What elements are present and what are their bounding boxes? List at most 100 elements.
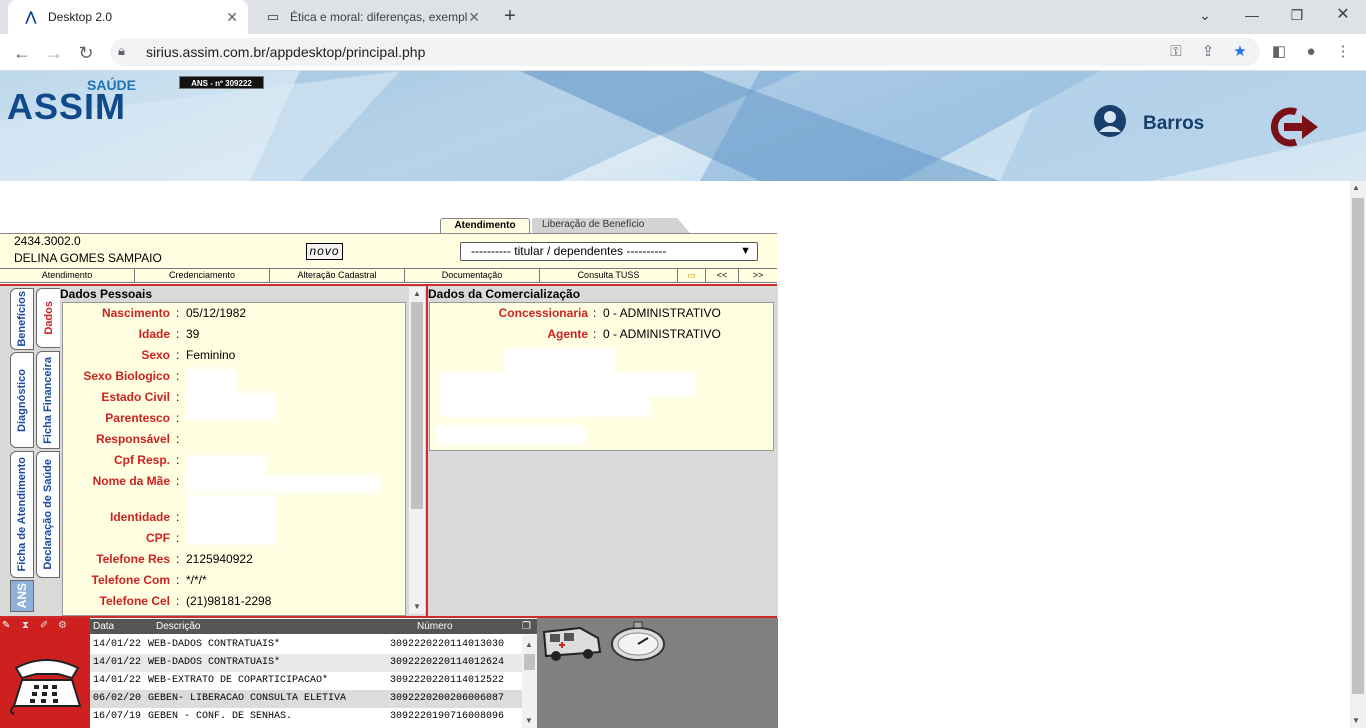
close-tab-icon[interactable]: ✕	[468, 9, 480, 26]
scroll-up-icon[interactable]: ▲	[1352, 183, 1360, 192]
scroll-down-icon[interactable]: ▼	[1352, 716, 1360, 725]
restore-button[interactable]: ❐	[1277, 4, 1317, 28]
field-value: */*/*	[186, 573, 207, 587]
tab-search-icon[interactable]: ⌄	[1185, 4, 1225, 28]
vtab-beneficios[interactable]: Benefícios	[10, 288, 34, 350]
field-colon: :	[176, 474, 180, 488]
pen-icon[interactable]: ✐	[40, 620, 48, 631]
folder-icon[interactable]: ▭	[678, 269, 706, 282]
comercializacao-title: Dados da Comercialização	[428, 287, 581, 301]
address-bar[interactable]: sirius.assim.com.br/appdesktop/principal…	[110, 38, 1260, 66]
vtab-ficha-atendimento[interactable]: Ficha de Atendimento	[10, 451, 34, 578]
tab-title: Ética e moral: diferenças, exempl	[290, 10, 468, 24]
next-button[interactable]: >>	[739, 269, 777, 282]
field-row: Idade:39	[50, 326, 380, 342]
cell-descricao: GEBEN - CONF. DE SENHAS.	[148, 711, 293, 722]
field-label: Agente	[547, 327, 588, 341]
table-row[interactable]: 16/07/19 GEBEN - CONF. DE SENHAS. 30922201…	[90, 708, 522, 726]
field-value: (21)98181-2298	[186, 594, 272, 608]
field-colon: :	[176, 510, 180, 524]
field-label: Concessionaria	[498, 306, 588, 320]
novo-button[interactable]: novo	[306, 243, 343, 260]
username: Barros	[1143, 113, 1205, 134]
field-label: Parentesco	[105, 411, 170, 425]
close-window-button[interactable]: ✕	[1323, 4, 1363, 28]
field-row: Sexo: Feminino	[50, 347, 380, 363]
field-colon: :	[176, 531, 180, 545]
field-colon: :	[176, 453, 180, 467]
lock-icon[interactable]: 🔒︎	[118, 43, 125, 59]
beneficiary-name: DELINA GOMES SAMPAIO	[14, 251, 162, 265]
table-row[interactable]: 14/01/22 WEB-EXTRATO DE COPARTICIPACAO* 30…	[90, 672, 522, 690]
field-colon: :	[176, 552, 180, 566]
ambulance-icon[interactable]	[540, 622, 604, 667]
bookmark-star-icon[interactable]: ★	[1228, 40, 1252, 64]
stamp-icon[interactable]: ⚙	[58, 620, 67, 631]
table-row[interactable]: 06/02/20 GEBEN- LIBERACAO CONSULTA ELETIV…	[90, 690, 522, 708]
hourglass-icon[interactable]: ⧗	[22, 620, 29, 631]
vtab-diagnostico[interactable]: Diagnóstico	[10, 352, 34, 448]
side-panel-icon[interactable]: ◧	[1267, 40, 1291, 64]
scroll-down-icon[interactable]: ▼	[413, 602, 421, 611]
dependents-select[interactable]: ---------- titular / dependentes -------…	[460, 242, 758, 261]
tab-liberacao-beneficio[interactable]: Liberação de Benefício	[532, 218, 690, 233]
close-tab-icon[interactable]: ✕	[226, 9, 238, 26]
field-colon: :	[176, 369, 180, 383]
field-colon: :	[176, 594, 180, 608]
cell-data: 14/01/22	[93, 657, 142, 668]
menu-atendimento[interactable]: Atendimento	[0, 269, 135, 282]
field-value: 0 - ADMINISTRATIVO	[603, 327, 721, 341]
url-text: sirius.assim.com.br/appdesktop/principal…	[146, 44, 426, 60]
minimize-button[interactable]: —	[1232, 4, 1272, 28]
page-favicon-icon: ▭	[266, 9, 280, 24]
history-grid-header: Data Descrição Número ❐	[90, 619, 537, 634]
table-row[interactable]: 14/01/22 WEB-DADOS CONTRATUAIS* 3092220220…	[90, 654, 522, 672]
expand-icon[interactable]: ❐	[522, 619, 531, 634]
col-descricao[interactable]: Descrição	[156, 619, 200, 634]
tab-atendimento[interactable]: Atendimento	[440, 218, 530, 233]
cell-descricao: WEB-EXTRATO DE COPARTICIPACAO*	[148, 675, 329, 686]
tab-title: Desktop 2.0	[48, 10, 113, 24]
new-tab-button[interactable]: +	[498, 5, 522, 29]
field-row: Responsável:	[50, 431, 380, 447]
edit-icon[interactable]: ✎	[2, 620, 10, 631]
reload-button[interactable]: ↻	[72, 39, 100, 67]
scroll-up-icon[interactable]: ▲	[413, 289, 421, 298]
field-row: Nascimento:05/12/1982	[50, 305, 380, 321]
table-row[interactable]: 14/01/22 WEB-DADOS CONTRATUAIS* 3092220220…	[90, 636, 522, 654]
dados-pessoais-scroll-thumb[interactable]	[411, 302, 423, 509]
ans-logo: ANS	[10, 580, 34, 612]
logout-icon[interactable]	[1266, 104, 1322, 155]
share-icon[interactable]: ⇪	[1196, 40, 1220, 64]
prev-button[interactable]: <<	[706, 269, 739, 282]
menu-documentacao[interactable]: Documentação	[405, 269, 540, 282]
menu-consulta-tuss[interactable]: Consulta TUSS	[540, 269, 678, 282]
menu-alteracao-cadastral[interactable]: Alteração Cadastral	[270, 269, 405, 282]
field-label: Cpf Resp.	[113, 453, 170, 467]
scroll-up-icon[interactable]: ▲	[525, 640, 533, 649]
back-button[interactable]: ←	[8, 39, 36, 67]
page-scrollbar-thumb[interactable]	[1352, 198, 1364, 694]
key-icon[interactable]: ⚿	[1164, 40, 1188, 64]
browser-tab[interactable]: ▭ Ética e moral: diferenças, exempl ✕	[250, 0, 490, 34]
cell-numero: 3092220220114012624	[390, 657, 505, 668]
col-data[interactable]: Data	[93, 619, 114, 634]
field-value: 05/12/1982	[186, 306, 247, 320]
action-menu: Atendimento Credenciamento Alteração Cad…	[0, 268, 777, 283]
stopwatch-icon[interactable]	[606, 620, 666, 667]
chevron-down-icon: ▼	[740, 245, 751, 257]
cell-data: 14/01/22	[93, 639, 142, 650]
profile-icon[interactable]: ●	[1299, 40, 1323, 64]
menu-credenciamento[interactable]: Credenciamento	[135, 269, 270, 282]
forward-button[interactable]: →	[40, 39, 68, 67]
telephone-icon[interactable]	[8, 654, 86, 721]
col-numero[interactable]: Número	[417, 619, 453, 634]
scroll-down-icon[interactable]: ▼	[525, 716, 533, 725]
browser-tab-active[interactable]: ⋀ Desktop 2.0 ✕	[8, 0, 248, 34]
menu-kebab-icon[interactable]: ⋮	[1331, 40, 1355, 64]
field-value: 0 - ADMINISTRATIVO	[603, 306, 721, 320]
field-label: Identidade	[109, 510, 170, 524]
history-scroll-thumb[interactable]	[524, 654, 535, 670]
field-value: 39	[186, 327, 200, 341]
field-colon: :	[176, 390, 180, 404]
